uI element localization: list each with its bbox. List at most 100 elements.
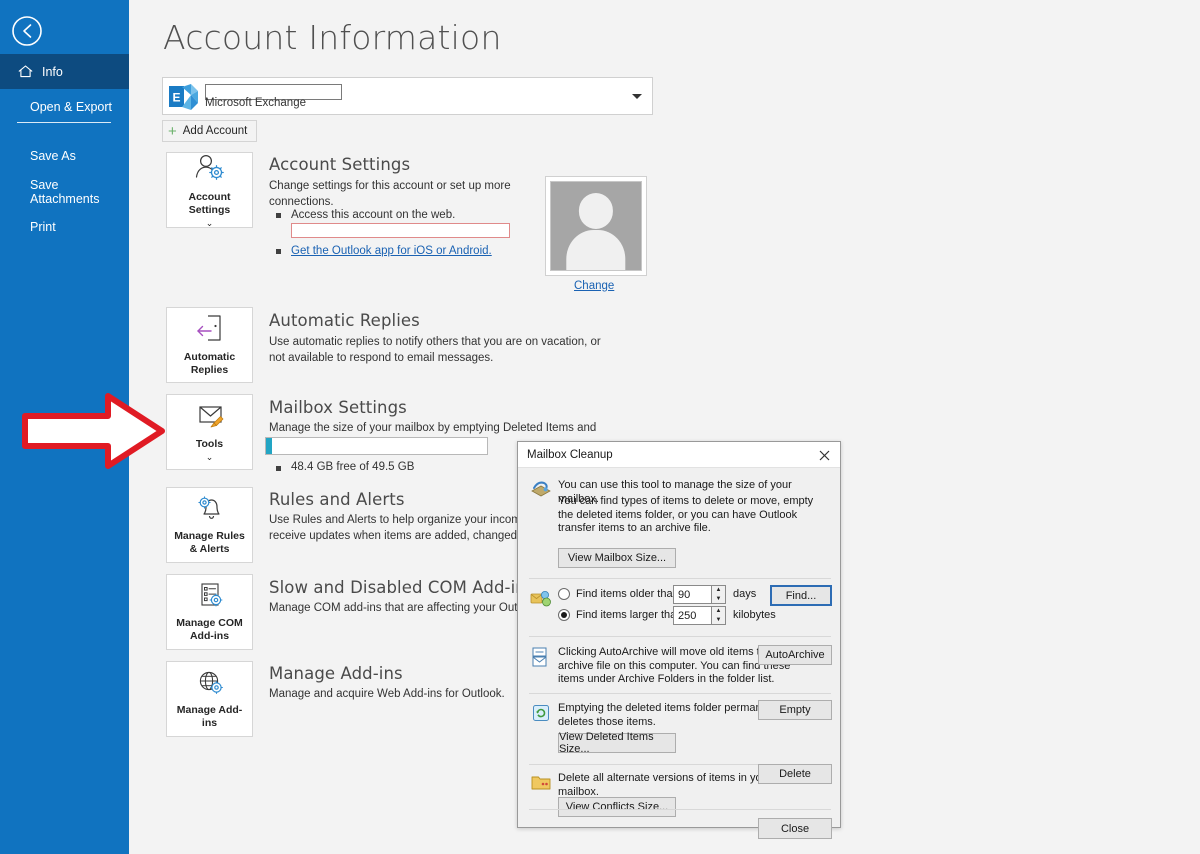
sidebar-divider bbox=[17, 122, 111, 123]
chevron-down-icon[interactable]: ⌄ bbox=[206, 218, 214, 228]
plus-icon: + bbox=[168, 122, 177, 140]
sidebar-item-print[interactable]: Print bbox=[0, 209, 129, 244]
outlook-app-link[interactable]: Get the Outlook app for iOS or Android. bbox=[291, 245, 492, 257]
kilobytes-unit-label: kilobytes bbox=[733, 609, 776, 621]
sidebar-item-label: Print bbox=[30, 219, 56, 234]
mailbox-tools-tile[interactable]: Tools ⌄ bbox=[166, 394, 253, 470]
backstage-sidebar: Info Open & Export Save As Save Attachme… bbox=[0, 0, 129, 854]
days-input[interactable]: 90 bbox=[673, 585, 711, 604]
find-older-label: Find items older than bbox=[576, 588, 679, 600]
automatic-replies-tile[interactable]: Automatic Replies bbox=[166, 307, 253, 383]
find-larger-than-option[interactable]: Find items larger than bbox=[558, 609, 682, 621]
mailbox-broom-icon bbox=[193, 402, 227, 435]
chevron-down-icon[interactable] bbox=[632, 94, 642, 99]
section-title-manage-addins: Manage Add-ins bbox=[269, 664, 403, 683]
dialog-divider bbox=[529, 636, 831, 637]
spinner-up-icon[interactable]: ▲ bbox=[712, 586, 725, 595]
radio-find-larger[interactable] bbox=[558, 609, 570, 621]
avatar-head bbox=[578, 193, 614, 229]
user-avatar-placeholder bbox=[550, 181, 642, 271]
home-icon bbox=[17, 63, 34, 80]
exchange-logo-icon: E bbox=[169, 84, 198, 110]
autoarchive-icon bbox=[530, 646, 552, 668]
section-desc-automatic-replies: Use automatic replies to notify others t… bbox=[269, 336, 601, 364]
view-mailbox-size-button[interactable]: View Mailbox Size... bbox=[558, 548, 676, 568]
section-title-rules-alerts: Rules and Alerts bbox=[269, 490, 405, 509]
spinner-up-icon[interactable]: ▲ bbox=[712, 607, 725, 616]
account-settings-tile[interactable]: Account Settings ⌄ bbox=[166, 152, 253, 228]
svg-text:E: E bbox=[172, 91, 180, 105]
dialog-title: Mailbox Cleanup bbox=[527, 449, 613, 461]
add-account-button[interactable]: + Add Account bbox=[162, 120, 258, 142]
tile-label: Account Settings bbox=[188, 190, 231, 216]
avatar bbox=[545, 176, 647, 276]
bullet-marker bbox=[276, 249, 281, 254]
view-deleted-items-size-button[interactable]: View Deleted Items Size... bbox=[558, 731, 676, 755]
manage-rules-alerts-tile[interactable]: Manage Rules & Alerts bbox=[166, 487, 253, 563]
section-title-com-addins: Slow and Disabled COM Add-ins bbox=[269, 578, 535, 597]
tile-label: Tools bbox=[195, 438, 224, 450]
find-button[interactable]: Find... bbox=[770, 585, 832, 606]
mailbox-usage-fill bbox=[266, 438, 272, 454]
days-stepper[interactable]: 90 ▲ ▼ bbox=[673, 585, 726, 604]
days-spinner-buttons[interactable]: ▲ ▼ bbox=[711, 585, 726, 604]
sidebar-item-info[interactable]: Info bbox=[0, 54, 129, 89]
bell-gear-icon bbox=[193, 494, 227, 527]
avatar-body bbox=[566, 230, 626, 270]
days-unit-label: days bbox=[733, 588, 757, 600]
radio-find-older[interactable] bbox=[558, 588, 570, 600]
spinner-down-icon[interactable]: ▼ bbox=[712, 616, 725, 625]
chevron-down-icon[interactable]: ⌄ bbox=[206, 452, 214, 462]
list-gear-icon bbox=[193, 581, 227, 614]
autoarchive-button[interactable]: AutoArchive bbox=[758, 645, 832, 665]
door-exit-icon bbox=[193, 313, 227, 348]
kilobytes-input[interactable]: 250 bbox=[673, 606, 711, 625]
section-title-mailbox-settings: Mailbox Settings bbox=[269, 398, 407, 417]
mailbox-usage-label: 48.4 GB free of 49.5 GB bbox=[291, 461, 415, 473]
person-gear-icon bbox=[192, 153, 228, 188]
dialog-info-line2: You can find types of items to delete or… bbox=[558, 495, 814, 534]
add-account-label: Add Account bbox=[182, 125, 248, 137]
sidebar-item-save-attachments[interactable]: Save Attachments bbox=[0, 174, 129, 209]
close-icon[interactable] bbox=[814, 447, 834, 464]
bullet-marker bbox=[276, 466, 281, 471]
spinner-down-icon[interactable]: ▼ bbox=[712, 595, 725, 604]
view-conflicts-size-button[interactable]: View Conflicts Size... bbox=[558, 797, 676, 817]
delete-button[interactable]: Delete bbox=[758, 764, 832, 784]
account-type-label: Microsoft Exchange bbox=[205, 97, 306, 109]
empty-button[interactable]: Empty bbox=[758, 700, 832, 720]
mailbox-cleanup-dialog: Mailbox Cleanup You can use this tool to… bbox=[517, 441, 841, 839]
dialog-title-bar: Mailbox Cleanup bbox=[518, 442, 840, 468]
sidebar-item-label: Save Attachments bbox=[30, 177, 100, 206]
back-arrow-icon[interactable] bbox=[10, 14, 44, 48]
conflicts-folder-icon bbox=[530, 772, 552, 794]
close-button[interactable]: Close bbox=[758, 818, 832, 839]
account-selector-dropdown[interactable]: E Microsoft Exchange bbox=[162, 77, 653, 115]
sidebar-item-open-export[interactable]: Open & Export bbox=[0, 89, 129, 124]
section-title-account-settings: Account Settings bbox=[269, 155, 411, 174]
sidebar-item-label: Open & Export bbox=[30, 99, 112, 114]
kilobytes-stepper[interactable]: 250 ▲ ▼ bbox=[673, 606, 726, 625]
tile-label: Manage COM Add-ins bbox=[176, 617, 243, 642]
tile-label: Manage Rules & Alerts bbox=[174, 530, 245, 555]
dialog-body: You can use this tool to manage the size… bbox=[518, 468, 840, 839]
section-title-automatic-replies: Automatic Replies bbox=[269, 311, 420, 330]
recycle-bin-icon bbox=[530, 702, 552, 724]
tile-label: Automatic Replies bbox=[183, 351, 236, 376]
find-items-icon bbox=[530, 588, 552, 610]
sidebar-item-save-as[interactable]: Save As bbox=[0, 138, 129, 173]
outlook-backstage-screen: Info Open & Export Save As Save Attachme… bbox=[0, 0, 1200, 854]
kilobytes-spinner-buttons[interactable]: ▲ ▼ bbox=[711, 606, 726, 625]
dialog-divider bbox=[529, 809, 831, 810]
tile-label: Manage Add-ins bbox=[176, 704, 243, 729]
dialog-divider bbox=[529, 578, 831, 579]
manage-addins-tile[interactable]: Manage Add-ins bbox=[166, 661, 253, 737]
change-photo-link[interactable]: Change bbox=[574, 280, 614, 292]
page-title: Account Information bbox=[163, 18, 502, 57]
sidebar-item-label: Info bbox=[42, 64, 63, 79]
manage-com-addins-tile[interactable]: Manage COM Add-ins bbox=[166, 574, 253, 650]
web-access-url-field[interactable] bbox=[291, 223, 510, 238]
mailbox-tool-icon bbox=[530, 479, 552, 501]
sidebar-item-label: Save As bbox=[30, 148, 76, 163]
find-older-than-option[interactable]: Find items older than bbox=[558, 588, 679, 600]
